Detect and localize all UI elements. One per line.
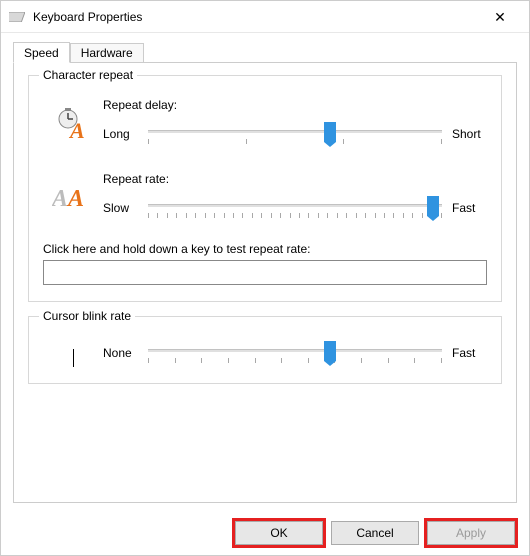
tab-speed[interactable]: Speed xyxy=(13,42,70,63)
tab-panel: Character repeat A Repeat delay: xyxy=(13,62,517,503)
titlebar: Keyboard Properties ✕ xyxy=(1,1,529,33)
cancel-button[interactable]: Cancel xyxy=(331,521,419,545)
svg-text:A: A xyxy=(52,186,68,210)
cursor-blink-row: None Fast xyxy=(43,339,487,367)
tab-strip: Speed Hardware xyxy=(13,41,517,63)
repeat-rate-icon: A A xyxy=(43,172,103,210)
tab-hardware[interactable]: Hardware xyxy=(70,43,144,63)
ok-button[interactable]: OK xyxy=(235,521,323,545)
test-label: Click here and hold down a key to test r… xyxy=(43,242,487,256)
keyboard-properties-dialog: Keyboard Properties ✕ Speed Hardware Cha… xyxy=(0,0,530,556)
test-input[interactable] xyxy=(43,260,487,285)
cursor-blink-thumb[interactable] xyxy=(324,341,336,361)
repeat-delay-slider[interactable] xyxy=(148,120,442,148)
repeat-rate-slider[interactable] xyxy=(148,194,442,222)
content: Speed Hardware Character repeat A xyxy=(1,33,529,511)
repeat-rate-label: Repeat rate: xyxy=(103,172,487,186)
cursor-blink-max: Fast xyxy=(442,346,487,360)
close-button[interactable]: ✕ xyxy=(479,1,521,33)
keyboard-icon xyxy=(9,9,25,25)
cursor-blink-slider[interactable] xyxy=(148,339,442,367)
apply-button[interactable]: Apply xyxy=(427,521,515,545)
cursor-blink-min: None xyxy=(103,346,148,360)
repeat-delay-icon: A xyxy=(43,98,103,140)
repeat-rate-row: A A Repeat rate: Slow xyxy=(43,172,487,222)
cursor-preview-icon xyxy=(43,339,103,367)
repeat-delay-min: Long xyxy=(103,127,148,141)
repeat-rate-thumb[interactable] xyxy=(427,196,439,216)
cursor-blink-legend: Cursor blink rate xyxy=(39,309,135,323)
svg-text:A: A xyxy=(66,186,84,210)
svg-text:A: A xyxy=(68,118,85,140)
cursor-blink-group: Cursor blink rate None xyxy=(28,316,502,384)
character-repeat-group: Character repeat A Repeat delay: xyxy=(28,75,502,302)
repeat-rate-max: Fast xyxy=(442,201,487,215)
repeat-delay-row: A Repeat delay: Long Short xyxy=(43,98,487,148)
repeat-delay-max: Short xyxy=(442,127,487,141)
repeat-delay-label: Repeat delay: xyxy=(103,98,487,112)
dialog-buttons: OK Cancel Apply xyxy=(1,511,529,555)
repeat-delay-thumb[interactable] xyxy=(324,122,336,142)
character-repeat-legend: Character repeat xyxy=(39,68,137,82)
window-title: Keyboard Properties xyxy=(33,10,142,24)
repeat-rate-min: Slow xyxy=(103,201,148,215)
